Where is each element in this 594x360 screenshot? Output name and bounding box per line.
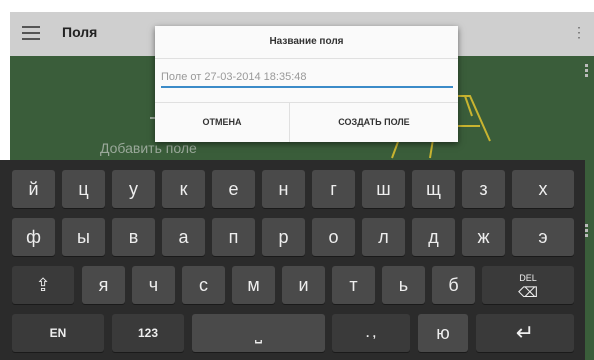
create-field-button[interactable]: СОЗДАТЬ ПОЛЕ bbox=[290, 103, 458, 142]
dialog-divider bbox=[155, 58, 458, 59]
key-й[interactable]: й bbox=[12, 170, 55, 208]
dialog-title: Название поля bbox=[269, 36, 344, 47]
language-key[interactable]: EN bbox=[12, 314, 104, 352]
key-ь[interactable]: ь bbox=[382, 266, 425, 304]
space-key[interactable]: ⎵ bbox=[192, 314, 325, 352]
map-side-handle-icon[interactable] bbox=[585, 224, 588, 239]
key-щ[interactable]: щ bbox=[412, 170, 455, 208]
key-с[interactable]: с bbox=[182, 266, 225, 304]
key-ц[interactable]: ц bbox=[62, 170, 105, 208]
key-л[interactable]: л bbox=[362, 218, 405, 256]
add-field-label[interactable]: Добавить поле bbox=[100, 140, 197, 156]
key-я[interactable]: я bbox=[82, 266, 125, 304]
key-в[interactable]: в bbox=[112, 218, 155, 256]
overflow-menu-icon[interactable]: ⋮ bbox=[572, 24, 586, 41]
key-х[interactable]: х bbox=[512, 170, 574, 208]
key-р[interactable]: р bbox=[262, 218, 305, 256]
soft-keyboard: й ц у к е н г ш щ з х ф ы в а п р о л д … bbox=[0, 160, 585, 360]
numbers-key[interactable]: 123 bbox=[112, 314, 184, 352]
field-name-dialog: Название поля ОТМЕНА СОЗДАТЬ ПОЛЕ bbox=[155, 26, 458, 142]
map-menu-icon[interactable] bbox=[585, 64, 588, 79]
key-з[interactable]: з bbox=[462, 170, 505, 208]
key-п[interactable]: п bbox=[212, 218, 255, 256]
key-н[interactable]: н bbox=[262, 170, 305, 208]
key-ы[interactable]: ы bbox=[62, 218, 105, 256]
key-д[interactable]: д bbox=[412, 218, 455, 256]
page-title: Поля bbox=[62, 24, 98, 40]
key-ч[interactable]: ч bbox=[132, 266, 175, 304]
key-ф[interactable]: ф bbox=[12, 218, 55, 256]
backspace-icon: ⌫ bbox=[518, 284, 538, 300]
key-ш[interactable]: ш bbox=[362, 170, 405, 208]
key-э[interactable]: э bbox=[512, 218, 574, 256]
key-у[interactable]: у bbox=[112, 170, 155, 208]
key-ж[interactable]: ж bbox=[462, 218, 505, 256]
key-г[interactable]: г bbox=[312, 170, 355, 208]
key-а[interactable]: а bbox=[162, 218, 205, 256]
key-м[interactable]: м bbox=[232, 266, 275, 304]
key-о[interactable]: о bbox=[312, 218, 355, 256]
key-и[interactable]: и bbox=[282, 266, 325, 304]
menu-icon[interactable] bbox=[22, 26, 40, 40]
punctuation-key[interactable]: . , bbox=[332, 314, 410, 352]
key-к[interactable]: к bbox=[162, 170, 205, 208]
field-name-input[interactable] bbox=[161, 68, 453, 88]
key-б[interactable]: б bbox=[432, 266, 475, 304]
key-т[interactable]: т bbox=[332, 266, 375, 304]
delete-label: DEL bbox=[519, 273, 537, 283]
shift-key[interactable]: ⇪ bbox=[12, 266, 74, 304]
cancel-button[interactable]: ОТМЕНА bbox=[155, 103, 289, 142]
key-е[interactable]: е bbox=[212, 170, 255, 208]
key-ю[interactable]: ю bbox=[418, 314, 468, 352]
delete-key[interactable]: DEL ⌫ bbox=[482, 266, 574, 304]
enter-key[interactable]: ↵ bbox=[476, 314, 574, 352]
